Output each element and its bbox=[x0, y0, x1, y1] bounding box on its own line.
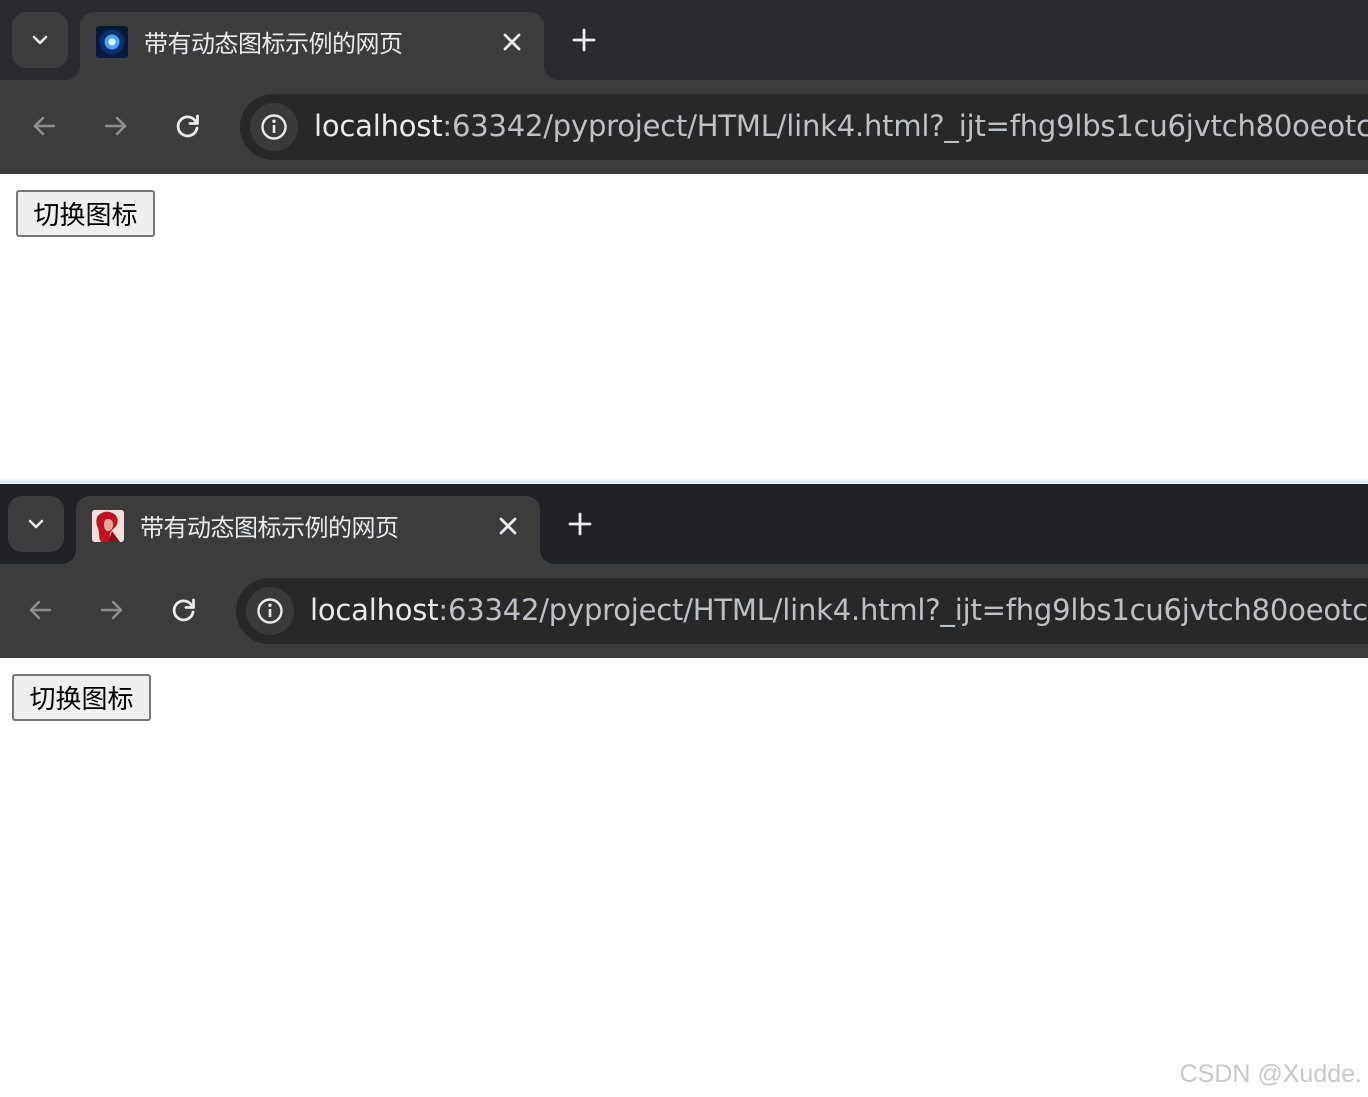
switch-icon-button[interactable]: 切换图标 bbox=[16, 190, 155, 237]
url-host: localhost bbox=[310, 593, 439, 627]
reload-button[interactable] bbox=[166, 592, 202, 628]
plus-icon bbox=[572, 28, 596, 52]
site-info-button[interactable] bbox=[246, 587, 294, 635]
tab-search-button[interactable] bbox=[8, 496, 64, 552]
tab-title: 带有动态图标示例的网页 bbox=[144, 30, 403, 58]
url-path: :63342/pyproject/HTML/link4.html?_ijt=fh… bbox=[438, 593, 1368, 627]
tab-close-button[interactable] bbox=[496, 514, 520, 538]
url-host: localhost bbox=[314, 109, 443, 143]
tab-title: 带有动态图标示例的网页 bbox=[140, 514, 399, 542]
active-tab[interactable]: 带有动态图标示例的网页 bbox=[62, 496, 554, 564]
address-bar[interactable]: localhost:63342/pyproject/HTML/link4.htm… bbox=[240, 94, 1368, 160]
back-button[interactable] bbox=[22, 592, 58, 628]
plus-icon bbox=[568, 512, 592, 536]
tab-strip: 带有动态图标示例的网页 bbox=[0, 484, 1368, 564]
url-path: :63342/pyproject/HTML/link4.html?_ijt=fh… bbox=[442, 109, 1368, 143]
navigation-toolbar: localhost:63342/pyproject/HTML/link4.htm… bbox=[0, 80, 1368, 174]
tab-strip: 带有动态图标示例的网页 bbox=[0, 0, 1368, 80]
red-portrait-icon bbox=[92, 510, 124, 542]
address-bar[interactable]: localhost:63342/pyproject/HTML/link4.htm… bbox=[236, 578, 1368, 644]
forward-button[interactable] bbox=[98, 108, 134, 144]
close-icon bbox=[499, 517, 517, 535]
new-tab-button[interactable] bbox=[568, 24, 600, 56]
chevron-down-icon bbox=[32, 35, 48, 45]
back-button[interactable] bbox=[26, 108, 62, 144]
arrow-right-icon bbox=[100, 600, 123, 620]
arrow-left-icon bbox=[29, 600, 52, 620]
info-icon bbox=[261, 114, 287, 140]
watermark-text: CSDN @Xudde. bbox=[1179, 1060, 1362, 1088]
browser-window-2: 带有动态图标示例的网页 localhost:63342/pyproject/HT… bbox=[0, 484, 1368, 1097]
reload-icon bbox=[176, 114, 199, 138]
close-icon bbox=[503, 33, 521, 51]
tab-close-button[interactable] bbox=[500, 30, 524, 54]
navigation-toolbar: localhost:63342/pyproject/HTML/link4.htm… bbox=[0, 564, 1368, 658]
tab-search-button[interactable] bbox=[12, 12, 68, 68]
site-info-button[interactable] bbox=[250, 103, 298, 151]
reload-icon bbox=[172, 598, 195, 622]
blue-orb-icon bbox=[96, 26, 128, 58]
url-text: localhost:63342/pyproject/HTML/link4.htm… bbox=[310, 593, 1368, 627]
active-tab[interactable]: 带有动态图标示例的网页 bbox=[66, 12, 558, 80]
chevron-down-icon bbox=[28, 519, 44, 529]
page-content: 切换图标 bbox=[0, 174, 1368, 482]
switch-icon-button[interactable]: 切换图标 bbox=[12, 674, 151, 721]
forward-button[interactable] bbox=[94, 592, 130, 628]
arrow-right-icon bbox=[104, 116, 127, 136]
arrow-left-icon bbox=[33, 116, 56, 136]
reload-button[interactable] bbox=[170, 108, 206, 144]
url-text: localhost:63342/pyproject/HTML/link4.htm… bbox=[314, 109, 1368, 143]
new-tab-button[interactable] bbox=[564, 508, 596, 540]
page-content: 切换图标 bbox=[0, 658, 1368, 1097]
browser-window-1: 带有动态图标示例的网页 localhost:63342/pyproject/HT… bbox=[0, 0, 1368, 482]
info-icon bbox=[257, 598, 283, 624]
